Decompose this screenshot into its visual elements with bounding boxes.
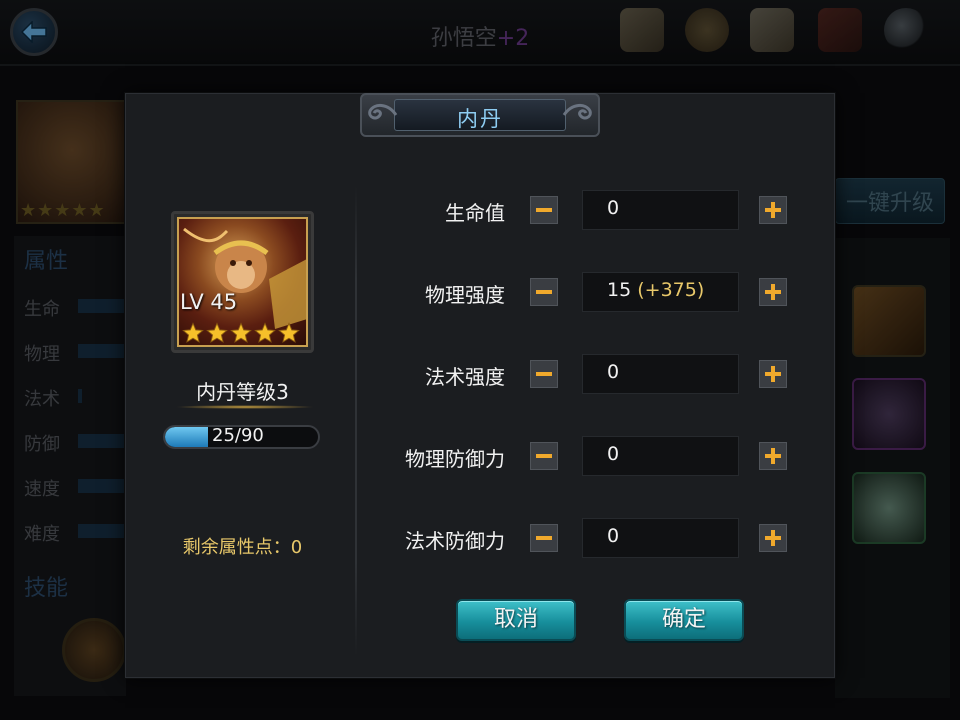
level-glow: [175, 405, 315, 409]
star-icon: [278, 322, 300, 344]
physical-defense-value-field[interactable]: 0: [582, 436, 739, 476]
magic-defense-plus-button[interactable]: [759, 524, 787, 552]
physical-power-bonus: (+375): [637, 279, 705, 301]
star-icon: [182, 322, 204, 344]
magic-power-plus-button[interactable]: [759, 360, 787, 388]
magic-power-value: 0: [607, 361, 620, 383]
star-icon: [206, 322, 228, 344]
hp-value: 0: [607, 197, 620, 219]
magic-defense-value-field[interactable]: 0: [582, 518, 739, 558]
physical-defense-value: 0: [607, 443, 620, 465]
magic-power-value-field[interactable]: 0: [582, 354, 739, 394]
neidan-progress-text: 25/90: [212, 425, 264, 446]
star-rating: [182, 322, 302, 346]
attribute-label-physical-power: 物理强度: [425, 283, 505, 307]
neidan-level: 内丹等级3: [196, 380, 289, 404]
dialog-title: 内丹: [457, 107, 503, 131]
hero-level: LV 45: [180, 290, 238, 314]
cancel-button[interactable]: 取消: [456, 599, 576, 641]
magic-defense-value: 0: [607, 525, 620, 547]
neidan-progress-fill: [165, 427, 208, 447]
hp-plus-button[interactable]: [759, 196, 787, 224]
physical-defense-plus-button[interactable]: [759, 442, 787, 470]
confirm-button[interactable]: 确定: [624, 599, 744, 641]
column-divider: [355, 186, 357, 656]
physical-power-value-field[interactable]: 15 (+375): [582, 272, 739, 312]
magic-power-minus-button[interactable]: [530, 360, 558, 388]
remaining-points: 剩余属性点：0: [182, 537, 303, 558]
star-icon: [230, 322, 252, 344]
attribute-label-hp: 生命值: [445, 201, 505, 225]
magic-defense-minus-button[interactable]: [530, 524, 558, 552]
star-icon: [254, 322, 276, 344]
physical-defense-minus-button[interactable]: [530, 442, 558, 470]
physical-power-plus-button[interactable]: [759, 278, 787, 306]
attribute-label-physical-defense: 物理防御力: [405, 447, 505, 471]
attribute-label-magic-power: 法术强度: [425, 365, 505, 389]
physical-power-minus-button[interactable]: [530, 278, 558, 306]
attribute-label-magic-defense: 法术防御力: [405, 529, 505, 553]
hp-value-field[interactable]: 0: [582, 190, 739, 230]
hp-minus-button[interactable]: [530, 196, 558, 224]
physical-power-value: 15: [607, 279, 632, 301]
